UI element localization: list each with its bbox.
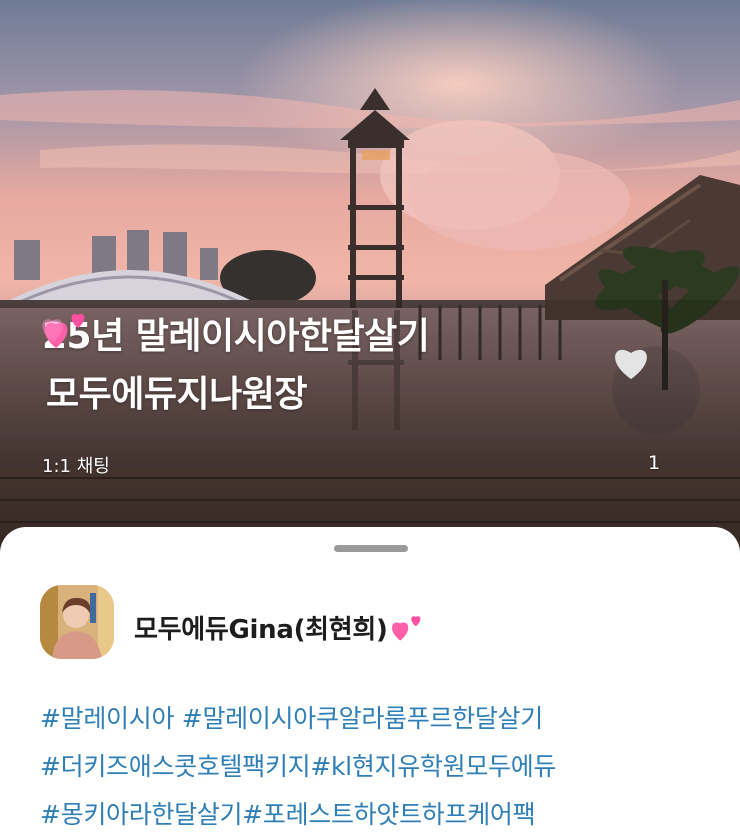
- two-hearts-icon: [390, 612, 426, 649]
- sheet-drag-handle[interactable]: [334, 545, 408, 552]
- owner-avatar[interactable]: [40, 585, 114, 659]
- hashtag-line[interactable]: #더키즈애스콧호텔팩키지#kl현지유학원모두에듀: [40, 743, 720, 791]
- hashtag-line[interactable]: #말레이시아 #말레이시아쿠알라룸푸르한달살기: [40, 695, 720, 743]
- room-info-sheet: 모두에듀Gina(최현희) #말레이시아 #말레이시아쿠알라룸푸르한달살기 #더…: [0, 527, 740, 839]
- sunset-resort-photo: [0, 0, 740, 560]
- owner-name-wrap[interactable]: 모두에듀Gina(최현희): [134, 609, 426, 649]
- like-count: 1: [648, 452, 661, 474]
- hashtag-list: #말레이시아 #말레이시아쿠알라룸푸르한달살기 #더키즈애스콧호텔팩키지#kl현…: [40, 695, 720, 839]
- hashtag-line[interactable]: #몽키아라한달살기#포레스트하얏트하프케어팩: [40, 791, 720, 839]
- room-title: 25년 말레이시아한달살기 모두에듀지나원장: [42, 308, 582, 424]
- like-button[interactable]: [612, 346, 700, 434]
- room-title-line2: 모두에듀지나원장: [46, 374, 307, 415]
- room-title-line1: 25년 말레이시아한달살기: [42, 316, 430, 357]
- cover-image: 25년 말레이시아한달살기 모두에듀지나원장 1:1 채팅 1: [0, 0, 740, 560]
- chat-type-label: 1:1 채팅: [42, 456, 110, 477]
- owner-name: 모두에듀Gina(최현희): [134, 615, 388, 645]
- room-title-line2-wrap: 모두에듀지나원장: [42, 314, 582, 424]
